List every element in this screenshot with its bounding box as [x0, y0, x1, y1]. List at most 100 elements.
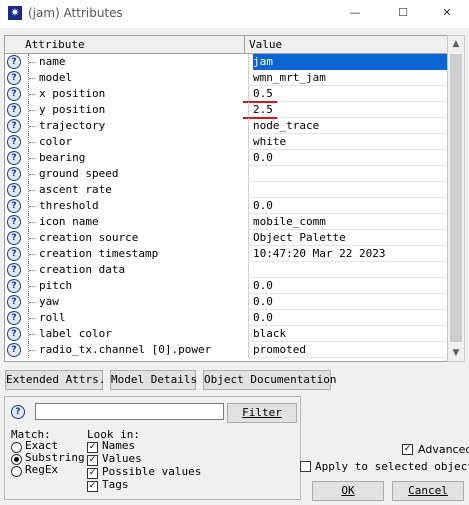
attribute-value[interactable]: 0.0	[248, 278, 448, 294]
attribute-value[interactable]: 0.0	[248, 198, 448, 214]
attribute-value[interactable]: promoted	[248, 342, 448, 358]
column-divider[interactable]	[244, 36, 245, 53]
tree-connector	[28, 198, 39, 214]
help-icon[interactable]: ?	[7, 295, 21, 309]
table-row[interactable]: ? label color black	[5, 326, 448, 342]
table-row[interactable]: ? yaw 0.0	[5, 294, 448, 310]
column-header-attribute[interactable]: Attribute	[25, 36, 85, 53]
help-icon[interactable]: ?	[7, 263, 21, 277]
apply-selected-checkbox[interactable]	[300, 461, 311, 472]
attribute-value-text: Object Palette	[253, 231, 346, 244]
attribute-value[interactable]: node_trace	[248, 118, 448, 134]
help-icon[interactable]: ?	[7, 311, 21, 325]
look-in-option-label: Possible values	[102, 465, 202, 478]
match-radio-substring[interactable]	[11, 454, 22, 465]
match-radio-regex[interactable]	[11, 466, 22, 477]
table-row[interactable]: ? radio_tx.channel [0].power promoted	[5, 342, 448, 358]
attribute-value[interactable]: black	[248, 326, 448, 342]
table-row[interactable]: ? trajectory node_trace	[5, 118, 448, 134]
filter-search-input[interactable]	[35, 403, 224, 420]
table-row[interactable]: ? ascent rate	[5, 182, 448, 198]
table-row[interactable]: ? ground speed	[5, 166, 448, 182]
vertical-scrollbar[interactable]: ▲ ▼	[447, 35, 465, 362]
tree-connector	[28, 310, 39, 326]
tree-connector	[28, 150, 39, 166]
attribute-value[interactable]: 0.0	[248, 294, 448, 310]
extended-attrs-button[interactable]: Extended Attrs.	[5, 370, 105, 390]
attribute-name: threshold	[39, 199, 99, 212]
close-button[interactable]: ✕	[427, 2, 467, 24]
look-in-checkbox-values[interactable]: ✓	[87, 455, 98, 466]
attribute-value[interactable]: 0.5	[243, 86, 448, 103]
help-icon[interactable]: ?	[7, 343, 21, 357]
attribute-value[interactable]: white	[248, 134, 448, 150]
attribute-value[interactable]: mobile_comm	[248, 214, 448, 230]
table-row[interactable]: ? icon name mobile_comm	[5, 214, 448, 230]
table-row[interactable]: ? creation data	[5, 262, 448, 278]
match-radio-exact[interactable]	[11, 442, 22, 453]
attribute-name: trajectory	[39, 119, 106, 132]
tree-connector	[28, 326, 39, 342]
help-icon[interactable]: ?	[7, 247, 21, 261]
help-icon[interactable]: ?	[7, 183, 21, 197]
attribute-value[interactable]	[248, 182, 448, 198]
table-row[interactable]: ? bearing 0.0	[5, 150, 448, 166]
look-in-checkbox-tags[interactable]: ✓	[87, 481, 98, 492]
table-row[interactable]: ? color white	[5, 134, 448, 150]
attribute-value[interactable]: 0.0	[248, 150, 448, 166]
tree-connector	[28, 182, 39, 198]
help-icon[interactable]: ?	[7, 279, 21, 293]
scroll-down-arrow-icon[interactable]: ▼	[448, 345, 464, 361]
filter-panel: ? Filter Match: Exact Substring RegEx Look…	[4, 396, 301, 500]
table-row[interactable]: ? x position 0.5	[5, 86, 448, 103]
attribute-value[interactable]: 0.0	[248, 310, 448, 326]
cancel-button[interactable]: Cancel	[392, 481, 464, 501]
scroll-up-arrow-icon[interactable]: ▲	[448, 36, 464, 52]
table-row[interactable]: ? creation source Object Palette	[5, 230, 448, 246]
help-icon[interactable]: ?	[7, 71, 21, 85]
attribute-value[interactable]: Object Palette	[248, 230, 448, 246]
scroll-thumb[interactable]	[450, 54, 462, 342]
advanced-checkbox[interactable]: ✓	[402, 444, 413, 455]
table-row[interactable]: ? pitch 0.0	[5, 278, 448, 294]
help-icon[interactable]: ?	[7, 119, 21, 133]
attribute-value[interactable]	[248, 262, 448, 278]
help-icon[interactable]: ?	[7, 231, 21, 245]
column-header-value[interactable]: Value	[249, 36, 282, 53]
tree-connector	[28, 246, 39, 262]
attribute-name: label color	[39, 327, 112, 340]
help-icon[interactable]: ?	[11, 405, 25, 419]
tree-connector	[28, 70, 39, 86]
attribute-table[interactable]: Attribute Value ? name jam? model wmn_mrt_ja…	[4, 35, 449, 362]
filter-button[interactable]: Filter	[227, 403, 297, 423]
help-icon[interactable]: ?	[7, 135, 21, 149]
help-icon[interactable]: ?	[7, 103, 21, 117]
maximize-button[interactable]: ☐	[383, 2, 423, 24]
ok-button-label: OK	[341, 484, 355, 497]
table-row[interactable]: ? roll 0.0	[5, 310, 448, 326]
help-icon[interactable]: ?	[7, 215, 21, 229]
table-row[interactable]: ? model wmn_mrt_jam	[5, 70, 448, 86]
look-in-checkbox-names[interactable]: ✓	[87, 442, 98, 453]
help-icon[interactable]: ?	[7, 167, 21, 181]
look-in-checkbox-possible-values[interactable]: ✓	[87, 468, 98, 479]
table-row[interactable]: ? threshold 0.0	[5, 198, 448, 214]
help-icon[interactable]: ?	[7, 199, 21, 213]
attribute-value[interactable]: jam	[248, 54, 448, 70]
model-details-button[interactable]: Model Details	[110, 370, 197, 390]
attribute-value[interactable]	[248, 166, 448, 182]
table-row[interactable]: ? name jam	[5, 54, 448, 70]
ok-button[interactable]: OK	[312, 481, 384, 501]
table-row[interactable]: ? y position 2.5	[5, 102, 448, 119]
help-icon[interactable]: ?	[7, 327, 21, 341]
attribute-value[interactable]: 2.5	[243, 102, 448, 119]
object-documentation-button[interactable]: Object Documentation	[203, 370, 336, 390]
minimize-button[interactable]: —	[335, 2, 375, 24]
help-icon[interactable]: ?	[7, 151, 21, 165]
help-icon[interactable]: ?	[7, 55, 21, 69]
look-in-option-label: Values	[102, 452, 142, 465]
attribute-value[interactable]: 10:47:20 Mar 22 2023	[248, 246, 448, 262]
help-icon[interactable]: ?	[7, 87, 21, 101]
attribute-value[interactable]: wmn_mrt_jam	[248, 70, 448, 86]
table-row[interactable]: ? creation timestamp 10:47:20 Mar 22 2023	[5, 246, 448, 262]
